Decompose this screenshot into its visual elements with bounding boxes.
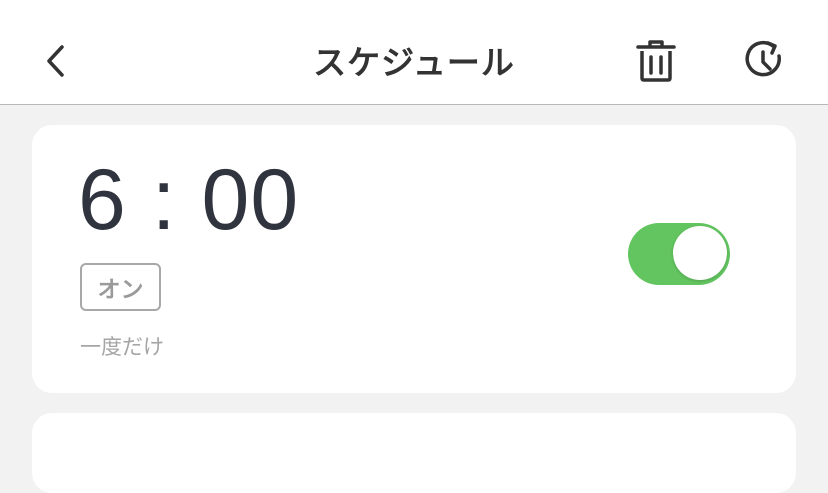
delete-button[interactable] bbox=[628, 36, 684, 86]
page-title: スケジュール bbox=[313, 43, 515, 82]
schedule-card-2[interactable] bbox=[32, 413, 796, 493]
back-button[interactable] bbox=[30, 36, 80, 86]
schedule-toggle[interactable] bbox=[628, 223, 730, 285]
clock-history-icon bbox=[745, 40, 781, 77]
chevron-left-icon bbox=[47, 45, 64, 77]
trash-icon bbox=[636, 40, 676, 82]
status-badge: オン bbox=[80, 263, 161, 311]
repeat-label: 一度だけ bbox=[80, 335, 164, 359]
toggle-knob bbox=[673, 226, 727, 280]
schedule-time: 6 : 00 bbox=[78, 152, 300, 248]
schedule-card[interactable]: 6 : 00 オン 一度だけ bbox=[32, 125, 796, 393]
app-header: スケジュール bbox=[0, 0, 828, 105]
history-button[interactable] bbox=[736, 36, 792, 86]
